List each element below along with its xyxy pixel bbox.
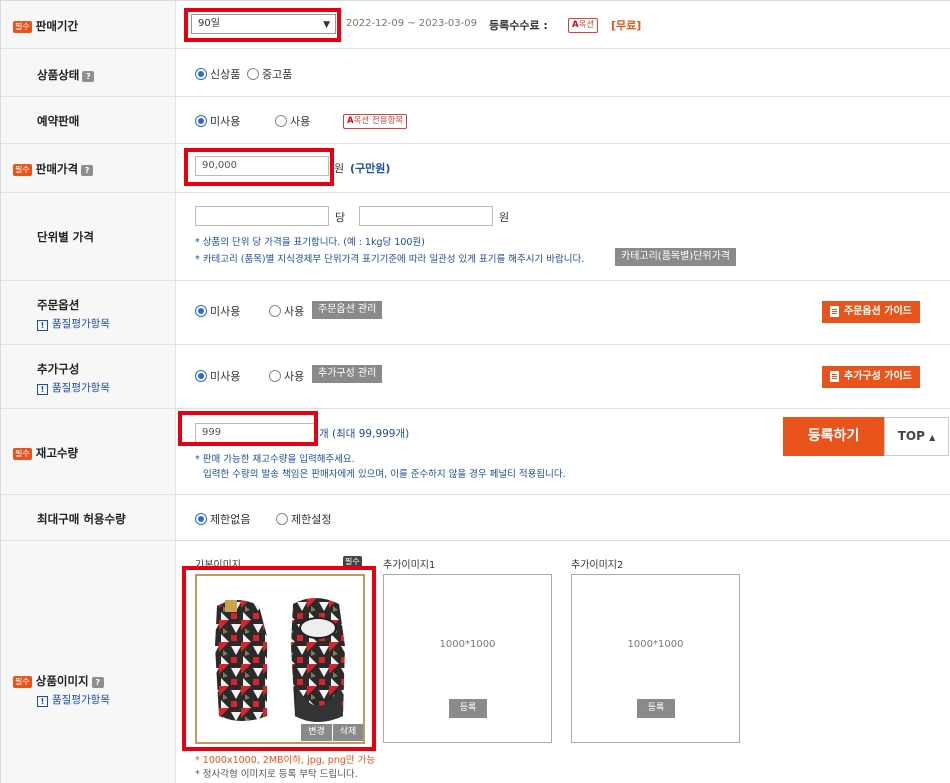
register-image-1-button[interactable]: 등록 [449, 699, 487, 718]
label-extra: 추가구성 [37, 362, 80, 376]
fee-label: 등록수수료 : [489, 19, 548, 32]
period-select[interactable]: 90일 ▼ [191, 14, 336, 34]
unit-note-2: * 카테고리 (품목)별 지식경제부 단위가격 표기기준에 따라 일관성 있게 … [195, 254, 585, 265]
radio-new[interactable]: 신상품 [195, 66, 240, 82]
row-max-buy: 최대구매 허용수량 제한없음 제한설정 [1, 495, 950, 541]
quality-link[interactable]: ! 품질평가항목 [37, 380, 110, 395]
row-unit-price: 단위별 가격 당 원 * 상품의 단위 당 가격을 표기합니다. (예 : 1k… [1, 193, 950, 281]
label-unit-price: 단위별 가격 [37, 230, 94, 244]
arrow-up-icon: ▲ [929, 433, 936, 442]
main-image-box[interactable]: 변경 삭제 [195, 574, 365, 744]
main-image-required: 필수 [343, 556, 362, 568]
document-icon [830, 371, 839, 382]
radio-icon [269, 370, 281, 382]
radio-extra-off[interactable]: 미사용 [195, 368, 240, 384]
quality-link[interactable]: ! 품질평가항목 [37, 316, 110, 331]
exclamation-icon: ! [37, 384, 48, 395]
unit-note-1: * 상품의 단위 당 가격을 표기합니다. (예 : 1kg당 100원) [195, 237, 425, 248]
image-note-2: * 정사각형 이미지로 등록 부탁 드립니다. [195, 769, 358, 780]
row-sale-period: 필수 판매기간 90일 ▼ 2022-12-09 ~ 2023-03-09 등록수… [1, 1, 950, 49]
help-icon[interactable]: ? [91, 677, 104, 688]
fee-value: [무료] [611, 19, 642, 32]
radio-icon [195, 370, 207, 382]
exclamation-icon: ! [37, 320, 48, 331]
extra-image-2-title: 추가이미지2 [571, 560, 624, 571]
label-condition: 상품상태? [37, 67, 95, 83]
radio-icon [275, 115, 287, 127]
radio-icon [195, 115, 207, 127]
help-icon[interactable]: ? [82, 71, 95, 82]
delete-image-button[interactable]: 삭제 [333, 724, 363, 741]
order-option-guide-button[interactable]: 주문옵션 가이드 [822, 301, 920, 323]
extra-image-2-box[interactable]: 1000*1000 등록 [571, 574, 740, 743]
extra-image-1-box[interactable]: 1000*1000 등록 [383, 574, 552, 743]
register-button[interactable]: 등록하기 [783, 417, 884, 456]
label-order-option: 주문옵션 [37, 298, 80, 312]
label-reservation: 예약판매 [37, 114, 80, 128]
unit-qty-input[interactable] [195, 206, 329, 226]
stock-note-2: 입력한 수량의 발송 책임은 판매자에게 있으며, 이를 준수하지 않을 경우 … [203, 469, 566, 480]
category-unit-price-button[interactable]: 카테고리(품목별)단위가격 [615, 248, 737, 266]
unit-per: 당 [335, 211, 346, 224]
radio-used[interactable]: 중고품 [247, 66, 292, 82]
auction-badge: A옥션 [568, 18, 599, 33]
label-price: 필수 판매가격? [13, 161, 94, 177]
price-unit: 원 [334, 162, 345, 175]
row-extra: 추가구성 ! 품질평가항목 미사용 사용 추가구성 관리 추가구성 가이드 [1, 345, 950, 409]
stock-note-1: * 판매 가능한 재고수량을 입력해주세요. [195, 454, 355, 465]
radio-icon [195, 305, 207, 317]
radio-reserve-on[interactable]: 사용 [275, 113, 310, 129]
label-sale-period: 필수 판매기간 [13, 19, 79, 33]
row-stock: 필수 재고수량 999 개 (최대 99,999개) * 판매 가능한 재고수량을… [1, 409, 950, 495]
chevron-down-icon: ▼ [323, 20, 330, 30]
label-images: 필수 상품이미지? [13, 673, 104, 689]
row-condition: 상품상태? 신상품 중고품 [1, 49, 950, 97]
radio-unlimited[interactable]: 제한없음 [195, 511, 250, 527]
document-icon [830, 306, 839, 317]
product-form: 필수 판매기간 90일 ▼ 2022-12-09 ~ 2023-03-09 등록수… [0, 0, 950, 783]
radio-icon [276, 513, 288, 525]
size-placeholder: 1000*1000 [627, 639, 684, 650]
row-images: 필수 상품이미지? ! 품질평가항목 기본이미지 필수 변경 삭제 추가이미지1… [1, 541, 950, 783]
top-button[interactable]: TOP ▲ [884, 417, 949, 456]
extra-guide-button[interactable]: 추가구성 가이드 [822, 366, 920, 388]
quality-link[interactable]: ! 품질평가항목 [37, 692, 110, 707]
period-range: 2022-12-09 ~ 2023-03-09 [346, 18, 477, 29]
extra-manage-button[interactable]: 추가구성 관리 [312, 365, 383, 383]
help-icon[interactable]: ? [81, 165, 94, 176]
radio-option-on[interactable]: 사용 [269, 303, 304, 319]
exclamation-icon: ! [37, 696, 48, 707]
radio-limit[interactable]: 제한설정 [276, 511, 331, 527]
radio-icon [195, 513, 207, 525]
row-reservation: 예약판매 미사용 사용 A옥션 전용항목 [1, 97, 950, 144]
radio-icon [247, 68, 259, 80]
radio-icon [269, 305, 281, 317]
change-image-button[interactable]: 변경 [301, 724, 332, 741]
main-image-title: 기본이미지 [195, 560, 241, 571]
order-option-manage-button[interactable]: 주문옵션 관리 [312, 301, 383, 319]
row-order-option: 주문옵션 ! 품질평가항목 미사용 사용 주문옵션 관리 주문옵션 가이드 [1, 281, 950, 345]
label-stock: 필수 재고수량 [13, 446, 79, 460]
price-input[interactable]: 90,000 [195, 156, 329, 176]
unit-price-input[interactable] [359, 206, 493, 226]
radio-icon [195, 68, 207, 80]
product-photo [215, 598, 345, 722]
size-placeholder: 1000*1000 [439, 639, 496, 650]
radio-reserve-off[interactable]: 미사용 [195, 113, 240, 129]
radio-extra-on[interactable]: 사용 [269, 368, 304, 384]
price-korean: (구만원) [350, 162, 391, 175]
radio-option-off[interactable]: 미사용 [195, 303, 240, 319]
row-price: 필수 판매가격? 90,000 원 (구만원) [1, 144, 950, 193]
extra-image-1-title: 추가이미지1 [383, 560, 436, 571]
unit-won: 원 [499, 211, 510, 224]
auction-only-badge: A옥션 전용항목 [343, 114, 408, 129]
label-max-buy: 최대구매 허용수량 [37, 512, 126, 526]
stock-input[interactable]: 999 [195, 423, 315, 443]
register-image-2-button[interactable]: 등록 [637, 699, 675, 718]
stock-unit: 개 (최대 99,999개) [319, 428, 410, 440]
image-note-1: * 1000x1000, 2MB이하, jpg, png만 가능 [195, 755, 376, 766]
